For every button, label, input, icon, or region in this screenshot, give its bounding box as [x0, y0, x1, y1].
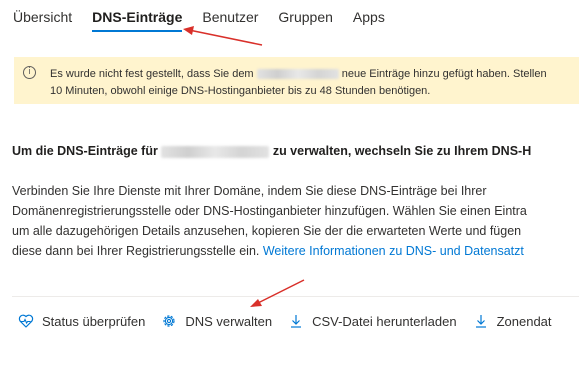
notice-line-1: Es wurde nicht fest gestellt, dass Sie d…: [50, 68, 547, 80]
manage-dns-button[interactable]: DNS verwalten: [161, 309, 272, 333]
notice-line-2: 10 Minuten, obwohl einige DNS-Hostinganb…: [50, 85, 431, 97]
tab-dns-records[interactable]: DNS-Einträge: [92, 0, 183, 32]
learn-more-link[interactable]: Weitere Informationen zu DNS- und Datens…: [263, 244, 524, 258]
command-bar: Status überprüfen DNS verwalten CSV-Date…: [18, 309, 568, 333]
tab-apps[interactable]: Apps: [353, 0, 385, 31]
tab-users[interactable]: Benutzer: [202, 0, 258, 31]
download-csv-button[interactable]: CSV-Datei herunterladen: [288, 309, 457, 333]
heart-pulse-icon: [18, 314, 34, 328]
tab-bar: Übersicht DNS-Einträge Benutzer Gruppen …: [13, 0, 405, 40]
page-heading: Um die DNS-Einträge für zu verwalten, we…: [12, 144, 532, 158]
redacted-domain: [161, 145, 270, 158]
tab-overview[interactable]: Übersicht: [13, 0, 72, 31]
download-icon: [475, 315, 486, 328]
download-icon: [291, 315, 302, 328]
redacted-domain: [256, 69, 339, 80]
info-icon: i: [23, 66, 36, 79]
description-paragraph: Verbinden Sie Ihre Dienste mit Ihrer Dom…: [12, 184, 527, 258]
divider: [12, 296, 579, 297]
check-status-button[interactable]: Status überprüfen: [18, 309, 145, 333]
gear-icon: [163, 315, 175, 327]
download-zone-file-button[interactable]: Zonendat: [473, 309, 552, 333]
tab-groups[interactable]: Gruppen: [278, 0, 332, 31]
info-banner: i Es wurde nicht fest gestellt, dass Sie…: [14, 57, 579, 104]
